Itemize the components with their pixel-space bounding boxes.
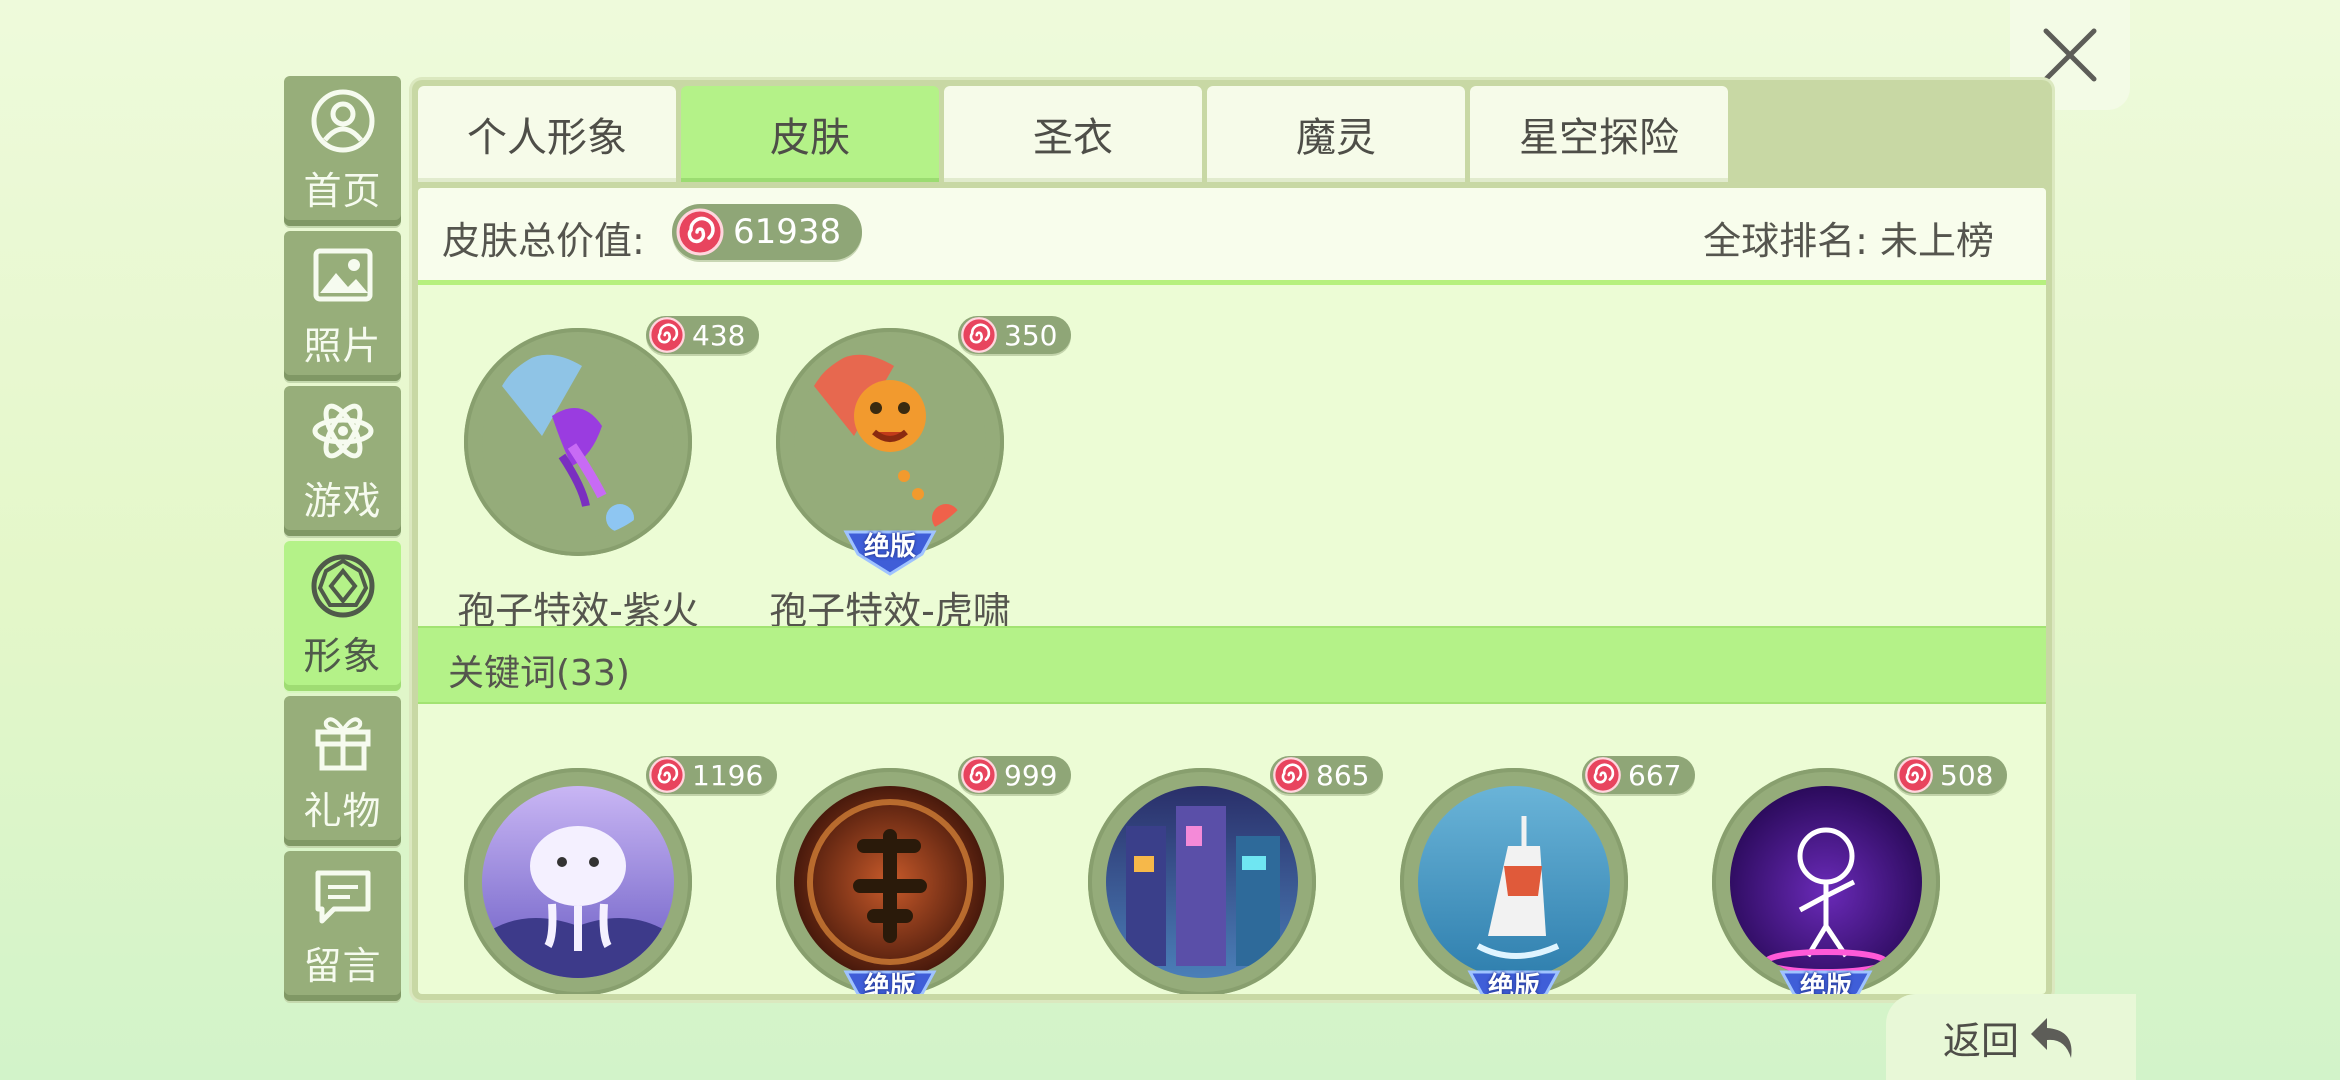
skin-thumbnail	[1712, 768, 1940, 994]
price-tag: 1196	[646, 756, 778, 794]
sidebar-item-photos[interactable]: 照片	[284, 231, 401, 381]
candy-coin-icon	[675, 207, 725, 257]
price-value: 350	[1004, 318, 1058, 352]
return-arrow-icon	[2031, 1018, 2072, 1058]
tab-personal-image[interactable]: 个人形象	[418, 86, 676, 182]
sidebar-item-messages[interactable]: 留言	[284, 851, 401, 1001]
total-value: 61938	[733, 212, 842, 252]
out-of-print-badge: 绝版	[842, 964, 938, 994]
skin-thumbnail	[464, 328, 692, 556]
price-value: 508	[1940, 758, 1994, 792]
tab-skins[interactable]: 皮肤	[681, 86, 939, 182]
candy-coin-icon	[960, 756, 998, 794]
sidebar-item-home[interactable]: 首页	[284, 76, 401, 226]
skin-item[interactable]: 438 孢子特效-紫火	[448, 316, 760, 633]
candy-coin-icon	[1272, 756, 1310, 794]
sidebar: 首页 照片 游戏 形象 礼物 留言	[284, 76, 401, 1006]
price-tag: 667	[1582, 756, 1696, 794]
price-value: 438	[692, 318, 746, 352]
price-value: 1196	[692, 758, 764, 792]
out-of-print-badge: 绝版	[842, 524, 938, 576]
skin-thumbnail	[776, 768, 1004, 994]
price-value: 999	[1004, 758, 1058, 792]
skin-thumbnail	[464, 768, 692, 994]
sidebar-item-label: 留言	[303, 943, 382, 988]
keyword-section-header: 关键词(33)	[418, 626, 2046, 704]
candy-coin-icon	[960, 316, 998, 354]
skin-item[interactable]: 绝版 999	[760, 756, 1072, 994]
skin-list[interactable]: 皮肤总价值: 61938 全球排名: 未上榜 438 孢子特效-紫火 绝版 35…	[418, 188, 2046, 994]
back-label: 返回	[1942, 1018, 2019, 1063]
tab-holy-cloth[interactable]: 圣衣	[944, 86, 1202, 182]
skin-item[interactable]: 绝版 508	[1696, 756, 2008, 994]
atom-icon	[312, 403, 373, 458]
sidebar-item-label: 照片	[303, 323, 382, 368]
candy-coin-icon	[648, 316, 686, 354]
skin-item[interactable]: 绝版 667	[1384, 756, 1696, 994]
skin-thumbnail	[1400, 768, 1628, 994]
tab-spirit[interactable]: 魔灵	[1207, 86, 1465, 182]
price-value: 865	[1316, 758, 1370, 792]
price-tag: 350	[958, 316, 1072, 354]
skin-thumbnail	[776, 328, 1004, 556]
gem-icon	[311, 554, 374, 617]
global-rank: 全球排名: 未上榜	[1703, 219, 1994, 263]
message-icon	[315, 870, 370, 923]
sidebar-item-label: 游戏	[303, 478, 382, 523]
total-value-pill: 61938	[672, 204, 862, 260]
total-value-label: 皮肤总价值:	[442, 219, 645, 263]
candy-coin-icon	[1896, 756, 1934, 794]
sidebar-item-avatar[interactable]: 形象	[284, 541, 401, 691]
price-tag: 865	[1270, 756, 1384, 794]
user-circle-icon	[311, 89, 374, 152]
skin-item[interactable]: 1196	[448, 756, 778, 994]
tab-bar: 个人形象 皮肤 圣衣 魔灵 星空探险	[418, 86, 1733, 184]
skin-thumbnail	[1088, 768, 1316, 994]
price-tag: 438	[646, 316, 760, 354]
gift-icon	[315, 716, 370, 770]
skin-item[interactable]: 绝版 350 孢子特效-虎啸	[760, 316, 1072, 633]
out-of-print-badge: 绝版	[1466, 964, 1562, 994]
price-tag: 508	[1894, 756, 2008, 794]
price-tag: 999	[958, 756, 1072, 794]
sidebar-item-label: 形象	[303, 633, 382, 678]
keyword-section-label: 关键词(33)	[448, 653, 630, 694]
close-icon	[2043, 28, 2097, 82]
skin-summary: 皮肤总价值: 61938 全球排名: 未上榜	[418, 188, 2046, 285]
tab-space-exploration[interactable]: 星空探险	[1470, 86, 1728, 182]
image-icon	[313, 248, 372, 301]
sidebar-item-gifts[interactable]: 礼物	[284, 696, 401, 846]
main-panel: 个人形象 皮肤 圣衣 魔灵 星空探险 皮肤总价值: 61938 全球排名: 未上…	[412, 80, 2052, 1000]
candy-coin-icon	[648, 756, 686, 794]
candy-coin-icon	[1584, 756, 1622, 794]
out-of-print-badge: 绝版	[1778, 964, 1874, 994]
price-value: 667	[1628, 758, 1682, 792]
sidebar-item-label: 礼物	[303, 788, 382, 833]
sidebar-item-games[interactable]: 游戏	[284, 386, 401, 536]
skin-item[interactable]: 865	[1072, 756, 1384, 994]
back-button[interactable]: 返回	[1886, 994, 2136, 1080]
sidebar-item-label: 首页	[303, 168, 382, 213]
